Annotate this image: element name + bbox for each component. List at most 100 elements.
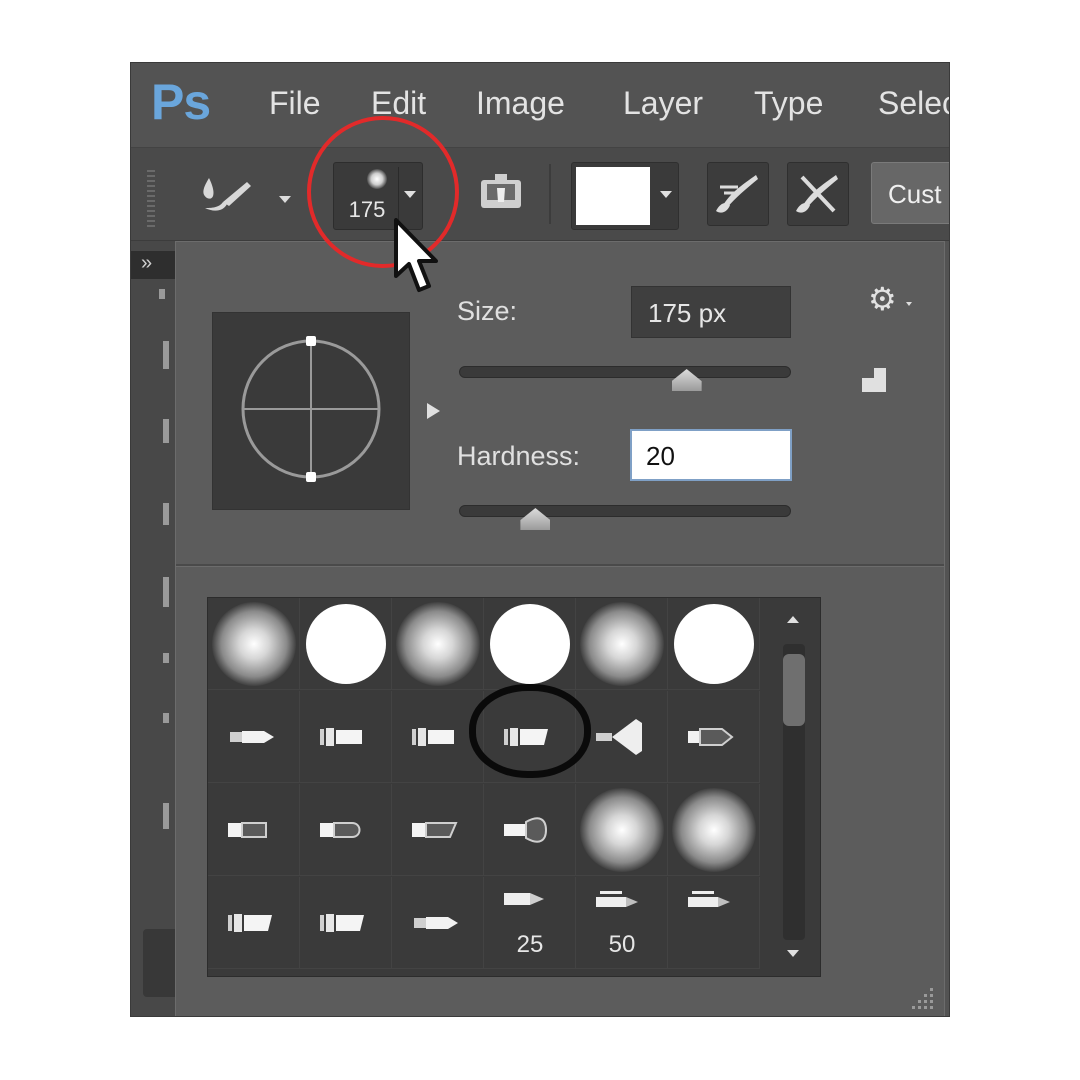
brush-preset-soft-round[interactable] [208, 598, 300, 690]
hardness-input[interactable]: 20 [630, 429, 792, 481]
brush-preset-flat-blunt-brush[interactable] [208, 784, 300, 876]
hardness-slider-thumb[interactable] [520, 508, 551, 530]
mixer-brush-tool-icon[interactable] [195, 168, 295, 228]
mix-preset-label: Cust [888, 179, 942, 209]
brush-preset-angle-brush[interactable] [392, 784, 484, 876]
flat-angle-brush-icon [228, 914, 272, 932]
size-input[interactable]: 175 px [631, 286, 791, 338]
photoshop-logo: Ps [151, 74, 211, 130]
black-hand-drawn-circle [469, 684, 591, 778]
hard-round-brush-icon [490, 604, 570, 684]
hardness-slider[interactable] [459, 505, 791, 530]
brush-preset-soft-round[interactable] [392, 598, 484, 690]
brush-preset-flat-angle-brush[interactable] [208, 877, 300, 969]
double-chevron-right-icon[interactable]: » [141, 252, 152, 275]
hardness-value: 20 [646, 441, 675, 471]
photoshop-window: Ps File Edit Image Layer Type Selec 175 [130, 62, 950, 1017]
options-separator [549, 164, 551, 224]
brush-preset-round-point-brush[interactable] [392, 877, 484, 969]
brush-preset-hard-round[interactable] [668, 598, 760, 690]
size-slider-thumb[interactable] [671, 369, 702, 391]
resize-grip-icon[interactable] [912, 986, 936, 1010]
brush-preset-grid: 25 50 [207, 597, 821, 977]
hardness-label: Hardness: [457, 441, 581, 471]
brush-panel-icon [481, 174, 521, 208]
soft-round-brush-icon [672, 788, 756, 872]
scroll-down-icon[interactable] [787, 950, 799, 957]
soft-round-brush-icon [580, 788, 664, 872]
new-preset-icon[interactable] [858, 364, 888, 394]
brush-preset-soft-round[interactable] [668, 784, 760, 876]
scroll-up-icon[interactable] [787, 616, 799, 623]
round-curve-brush-icon [320, 822, 361, 838]
brush-preset-round-curve-brush[interactable] [300, 784, 392, 876]
caret-right-icon[interactable] [427, 403, 440, 419]
brush-preset-hard-round[interactable] [484, 598, 576, 690]
menu-file[interactable]: File [269, 85, 321, 122]
brush-angle-preview[interactable] [212, 312, 440, 510]
flat-blunt-brush-icon [228, 822, 267, 838]
tool-edge-mark[interactable] [163, 503, 169, 525]
brush-preset-pen-tip[interactable]: 50 [576, 877, 668, 969]
tool-edge-mark[interactable] [163, 419, 169, 443]
size-label: Size: [457, 296, 518, 326]
brush-preset-flat-bristle-brush[interactable] [300, 691, 392, 783]
chevron-down-icon[interactable] [660, 191, 672, 198]
soft-round-brush-icon [396, 602, 480, 686]
scroll-thumb[interactable] [783, 654, 805, 726]
load-brush-button[interactable] [707, 162, 769, 226]
pen-tip-icon [688, 891, 730, 907]
color-swatch [576, 167, 650, 225]
hard-round-brush-icon [674, 604, 754, 684]
soft-round-brush-icon [580, 602, 664, 686]
menu-bar: Ps File Edit Image Layer Type Selec [131, 63, 949, 148]
menu-layer[interactable]: Layer [623, 85, 703, 122]
round-fan-brush-icon [504, 817, 548, 843]
menu-type[interactable]: Type [754, 85, 823, 122]
clean-brush-button[interactable] [787, 162, 849, 226]
options-bar: 175 Cust [131, 148, 949, 241]
brush-preset-pen-tip[interactable] [668, 877, 760, 969]
brush-preset-hard-round[interactable] [300, 598, 392, 690]
mouse-cursor-icon [394, 218, 438, 292]
brush-panel-toggle-button[interactable] [471, 162, 531, 226]
color-well-edge[interactable] [143, 929, 175, 997]
brush-preset-round-fan-brush[interactable] [484, 784, 576, 876]
round-point-brush-icon [414, 917, 458, 929]
tool-edge-mark[interactable] [163, 803, 169, 829]
tool-edge-mark[interactable] [163, 713, 169, 723]
brush-preset-soft-round[interactable] [576, 598, 668, 690]
preset-scrollbar[interactable] [773, 598, 819, 976]
brush-preset-round-point-brush[interactable] [208, 691, 300, 783]
tool-edge-mark[interactable] [163, 341, 169, 369]
flat-bristle-brush-icon [320, 728, 362, 746]
brush-preset-round-blunt-brush[interactable] [668, 691, 760, 783]
tool-edge-mark[interactable] [163, 577, 169, 607]
brush-size-label: 25 [516, 931, 544, 958]
size-slider[interactable] [459, 366, 791, 391]
tool-edge-mark[interactable] [159, 289, 165, 299]
brush-preset-flat-angle-brush[interactable] [300, 877, 392, 969]
flat-angle-brush-icon [320, 914, 364, 932]
current-brush-load-swatch[interactable] [571, 162, 679, 230]
clean-brush-icon [796, 175, 838, 213]
chevron-down-icon[interactable] [906, 302, 912, 306]
brush-size-label: 50 [608, 931, 636, 958]
options-bar-grip[interactable] [147, 170, 155, 228]
panel-divider [176, 564, 944, 567]
tool-edge-mark[interactable] [163, 653, 169, 663]
gear-icon[interactable]: ⚙ [868, 280, 897, 318]
mix-presets-dropdown[interactable]: Cust [871, 162, 949, 224]
menu-select[interactable]: Selec [878, 85, 949, 122]
brush-preset-airbrush-tip[interactable]: 25 [484, 877, 576, 969]
soft-round-brush-icon [212, 602, 296, 686]
size-value: 175 px [648, 298, 727, 328]
hard-round-brush-icon [306, 604, 386, 684]
brush-angle-roundness-icon[interactable] [213, 313, 409, 509]
round-point-brush-icon [230, 731, 274, 743]
brush-preset-picker-panel: Size: 175 px Hardness: 20 ⚙ 25 50 [175, 241, 945, 1016]
tools-panel-strip: » [131, 241, 175, 1016]
menu-image[interactable]: Image [476, 85, 565, 122]
panel-collapse-bar[interactable]: » [131, 251, 175, 279]
brush-preset-soft-round[interactable] [576, 784, 668, 876]
